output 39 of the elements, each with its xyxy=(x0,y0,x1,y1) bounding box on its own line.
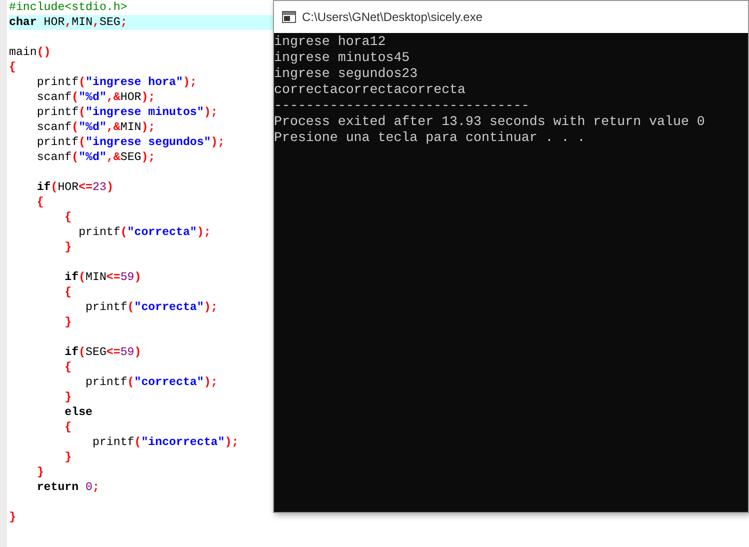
code-line: printf("ingrese segundos"); xyxy=(36,135,225,150)
code-line: { xyxy=(9,60,16,75)
code-line: } xyxy=(9,510,16,525)
code-line: if(MIN<=59) xyxy=(64,270,142,285)
code-line: } xyxy=(64,240,72,255)
console-line: ingrese hora12 xyxy=(274,34,386,49)
console-line: -------------------------------- xyxy=(274,98,530,113)
console-line: Presione una tecla para continuar . . . xyxy=(274,130,586,145)
code-line: { xyxy=(36,195,44,210)
code-line: } xyxy=(64,390,72,405)
code-line: scanf("%d",&SEG); xyxy=(36,150,156,165)
code-line: { xyxy=(64,210,72,225)
code-line: } xyxy=(64,450,72,465)
code-line: #include<stdio.h> xyxy=(9,0,128,15)
code-line: scanf("%d",&MIN); xyxy=(36,120,156,135)
code-line: printf("correcta"); xyxy=(84,300,218,315)
console-line: Process exited after 13.93 seconds with return value 0 xyxy=(274,114,705,129)
console-line: ingrese segundos23 xyxy=(274,66,418,81)
code-line: printf("correcta"); xyxy=(78,225,211,240)
code-line: { xyxy=(64,360,72,375)
code-line: if(HOR<=23) xyxy=(36,180,114,195)
console-app-icon xyxy=(282,11,296,23)
code-line: if(SEG<=59) xyxy=(64,345,142,360)
code-line: char HOR,MIN,SEG; xyxy=(9,15,128,30)
code-line: printf("correcta"); xyxy=(84,375,218,390)
code-line: scanf("%d",&HOR); xyxy=(36,90,156,105)
code-line: else xyxy=(64,405,92,420)
code-line: } xyxy=(36,465,44,480)
code-line: main() xyxy=(9,45,51,60)
code-line: { xyxy=(64,285,72,300)
console-line: correctacorrectacorrecta xyxy=(274,82,466,97)
code-line: return 0; xyxy=(36,480,100,495)
code-line: printf("ingrese minutos"); xyxy=(36,105,218,120)
code-line: { xyxy=(64,420,72,435)
console-title: C:\Users\GNet\Desktop\sicely.exe xyxy=(302,9,482,26)
code-line: printf("incorrecta"); xyxy=(91,435,239,450)
console-line: ingrese minutos45 xyxy=(274,50,410,65)
code-line: printf("ingrese hora"); xyxy=(36,75,197,90)
code-line: } xyxy=(64,315,72,330)
